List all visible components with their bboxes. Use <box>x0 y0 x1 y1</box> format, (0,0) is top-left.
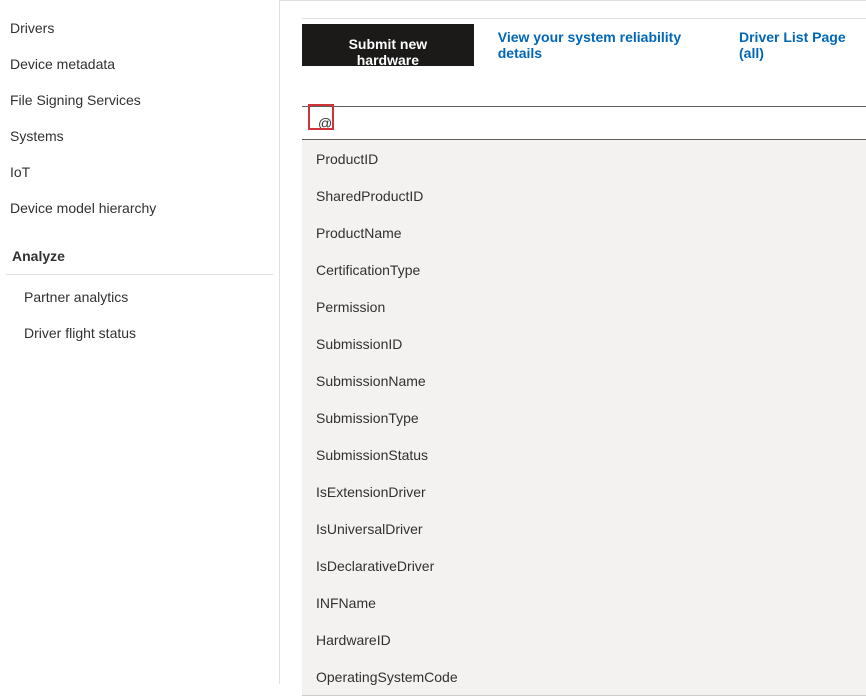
sidebar-subitem-label: Partner analytics <box>24 289 128 305</box>
dropdown-item-submissionname[interactable]: SubmissionName <box>302 362 866 399</box>
top-border <box>280 0 866 1</box>
dropdown-item-submissionstatus[interactable]: SubmissionStatus <box>302 436 866 473</box>
sidebar-item-label: Drivers <box>10 20 54 36</box>
main-content: Submit new hardware View your system rel… <box>280 0 866 684</box>
search-dropdown: ProductID SharedProductID ProductName Ce… <box>302 140 866 696</box>
sidebar-item-systems[interactable]: Systems <box>0 118 279 154</box>
topbar: Submit new hardware View your system rel… <box>302 18 866 70</box>
sidebar-item-label: File Signing Services <box>10 92 141 108</box>
sidebar-subitem-driver-flight-status[interactable]: Driver flight status <box>0 315 279 351</box>
dropdown-item-operatingsystemcode[interactable]: OperatingSystemCode <box>302 658 866 695</box>
sidebar-item-device-metadata[interactable]: Device metadata <box>0 46 279 82</box>
dropdown-item-infname[interactable]: INFName <box>302 584 866 621</box>
sidebar-item-file-signing-services[interactable]: File Signing Services <box>0 82 279 118</box>
dropdown-item-submissionid[interactable]: SubmissionID <box>302 325 866 362</box>
sidebar-item-device-model-hierarchy[interactable]: Device model hierarchy <box>0 190 279 226</box>
search-value: @ <box>312 115 332 131</box>
sidebar-subitem-label: Driver flight status <box>24 325 136 341</box>
submit-new-hardware-button[interactable]: Submit new hardware <box>302 24 474 66</box>
reliability-details-link[interactable]: View your system reliability details <box>498 29 715 61</box>
sidebar-section-analyze: Analyze <box>6 230 273 275</box>
dropdown-item-isdeclarativedriver[interactable]: IsDeclarativeDriver <box>302 547 866 584</box>
sidebar-item-iot[interactable]: IoT <box>0 154 279 190</box>
dropdown-item-isuniversaldriver[interactable]: IsUniversalDriver <box>302 510 866 547</box>
sidebar-item-label: Systems <box>10 128 64 144</box>
sidebar-item-drivers[interactable]: Drivers <box>0 10 279 46</box>
sidebar-subitem-partner-analytics[interactable]: Partner analytics <box>0 279 279 315</box>
dropdown-item-sharedproductid[interactable]: SharedProductID <box>302 177 866 214</box>
dropdown-item-productname[interactable]: ProductName <box>302 214 866 251</box>
dropdown-item-permission[interactable]: Permission <box>302 288 866 325</box>
dropdown-item-submissiontype[interactable]: SubmissionType <box>302 399 866 436</box>
dropdown-item-certificationtype[interactable]: CertificationType <box>302 251 866 288</box>
search-input[interactable]: @ <box>302 106 866 140</box>
sidebar-item-label: Device metadata <box>10 56 115 72</box>
driver-list-page-link[interactable]: Driver List Page (all) <box>739 29 866 61</box>
sidebar-item-label: IoT <box>10 164 30 180</box>
sidebar-item-label: Device model hierarchy <box>10 200 156 216</box>
search-container: @ ProductID SharedProductID ProductName … <box>302 106 866 696</box>
sidebar: Drivers Device metadata File Signing Ser… <box>0 0 280 684</box>
dropdown-item-productid[interactable]: ProductID <box>302 140 866 177</box>
dropdown-item-hardwareid[interactable]: HardwareID <box>302 621 866 658</box>
dropdown-item-isextensiondriver[interactable]: IsExtensionDriver <box>302 473 866 510</box>
